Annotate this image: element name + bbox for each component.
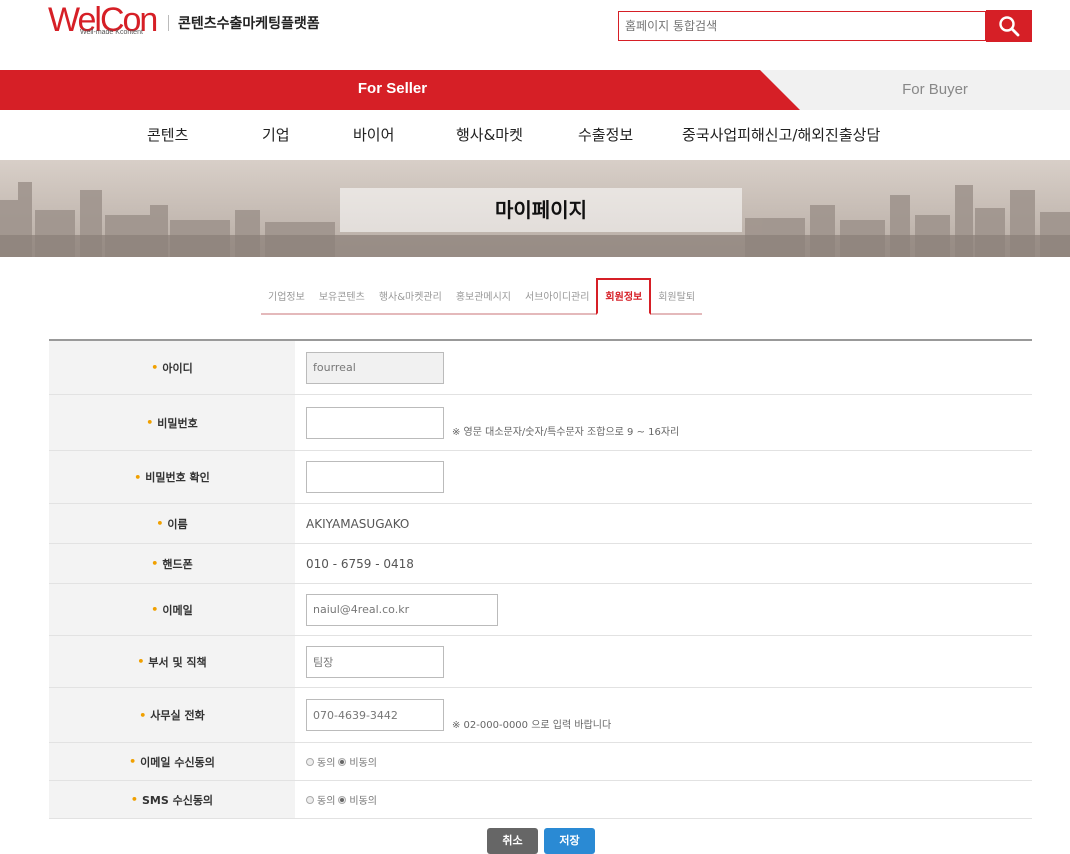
email-consent-disagree-radio[interactable]: 비동의	[338, 754, 377, 769]
member-info-form: •아이디 •비밀번호 ※ 영문 대소문자/숫자/특수문자 조합으로 9 ~ 16…	[49, 339, 1032, 819]
search-button[interactable]	[986, 10, 1032, 42]
for-buyer-tab[interactable]: For Buyer	[820, 70, 1050, 110]
radio-checked-icon	[338, 757, 347, 766]
tab-sub-id-management[interactable]: 서브아이디관리	[518, 280, 597, 315]
disagree-label: 비동의	[349, 758, 378, 769]
required-dot-icon: •	[130, 793, 138, 806]
for-seller-label: For Seller	[357, 80, 428, 97]
sms-consent-disagree-radio[interactable]: 비동의	[338, 792, 377, 807]
tab-event-management[interactable]: 행사&마켓관리	[371, 280, 449, 315]
save-button[interactable]: 저장	[544, 828, 595, 854]
radio-circle-icon	[306, 757, 314, 766]
department-field[interactable]	[306, 645, 444, 678]
mypage-subtabs: 기업정보 보유콘텐츠 행사&마켓관리 홍보관메시지 서브아이디관리 회원정보 회…	[261, 278, 703, 316]
nav-item-events-market[interactable]: 행사&마켓	[456, 124, 523, 145]
password-hint: ※ 영문 대소문자/숫자/특수문자 조합으로 9 ~ 16자리	[452, 427, 680, 438]
main-navigation: 콘텐츠 기업 바이어 행사&마켓 수출정보 중국사업피해신고/해외진출상담	[0, 110, 1070, 160]
disagree-label: 비동의	[349, 796, 378, 807]
office-phone-field[interactable]	[306, 699, 444, 731]
office-phone-hint: ※ 02-000-0000 으로 입력 바랍니다	[452, 719, 612, 731]
email-consent-label-cell: • 이메일 수신동의	[49, 743, 295, 780]
name-label-cell: • 이름	[49, 504, 295, 543]
tab-member-info[interactable]: 회원정보	[596, 278, 652, 315]
nav-item-export-info[interactable]: 수출정보	[578, 124, 633, 145]
form-row-department: • 부서 및 직책	[49, 636, 1032, 688]
agree-label: 동의	[317, 758, 336, 769]
nav-item-china-report[interactable]: 중국사업피해신고/해외진출상담	[682, 124, 880, 145]
mobile-value: 010 - 6759 - 0418	[306, 556, 414, 571]
required-dot-icon: •	[129, 755, 137, 768]
tab-owned-contents[interactable]: 보유콘텐츠	[311, 280, 372, 315]
nav-item-company[interactable]: 기업	[262, 124, 290, 145]
for-seller-tab[interactable]: For Seller	[0, 70, 800, 110]
agree-label: 동의	[317, 796, 336, 807]
sms-consent-label: SMS 수신동의	[141, 793, 214, 807]
required-dot-icon: •	[137, 655, 145, 668]
form-row-name: • 이름 AKIYAMASUGAKO	[49, 504, 1032, 544]
form-row-email: • 이메일	[49, 584, 1032, 636]
office-phone-label-cell: • 사무실 전화	[49, 688, 295, 742]
required-dot-icon: •	[146, 416, 154, 429]
required-dot-icon: •	[156, 517, 164, 530]
id-label-cell: • 아이디	[49, 341, 295, 394]
radio-checked-icon	[338, 795, 347, 804]
tab-withdraw[interactable]: 회원탈퇴	[651, 280, 703, 315]
role-bar: For Seller For Buyer	[0, 70, 1070, 110]
mobile-label-cell: • 핸드폰	[49, 544, 295, 583]
email-consent-label: 이메일 수신동의	[140, 755, 215, 769]
mobile-label: 핸드폰	[162, 557, 193, 571]
form-row-office-phone: •사무실 전화 ※ 02-000-0000 으로 입력 바랍니다	[49, 688, 1032, 743]
required-dot-icon: •	[151, 361, 159, 374]
required-dot-icon: •	[151, 557, 159, 570]
radio-circle-icon	[306, 795, 314, 804]
site-tagline: 콘텐츠수출마케팅플랫폼	[178, 16, 320, 32]
search-input[interactable]	[619, 12, 979, 40]
sms-consent-agree-radio[interactable]: 동의	[306, 792, 335, 807]
office-phone-label: 사무실 전화	[150, 709, 205, 722]
cancel-button[interactable]: 취소	[487, 828, 538, 854]
page-banner: 마이페이지	[0, 160, 1070, 257]
department-label-cell: • 부서 및 직책	[49, 636, 295, 687]
search-box	[618, 11, 986, 41]
required-dot-icon: •	[151, 603, 159, 616]
sms-consent-label-cell: • SMS 수신동의	[49, 781, 295, 818]
form-row-password-confirm: • 비밀번호 확인	[49, 451, 1032, 504]
password-label: 비밀번호	[157, 416, 198, 430]
password-field[interactable]	[306, 406, 444, 439]
name-value: AKIYAMASUGAKO	[306, 516, 410, 531]
email-consent-agree-radio[interactable]: 동의	[306, 754, 335, 769]
required-dot-icon: •	[139, 708, 147, 722]
logo-divider	[168, 15, 169, 31]
password-confirm-label-cell: • 비밀번호 확인	[49, 451, 295, 503]
form-row-mobile: • 핸드폰 010 - 6759 - 0418	[49, 544, 1032, 584]
email-label: 이메일	[162, 603, 193, 617]
nav-item-contents[interactable]: 콘텐츠	[147, 124, 188, 145]
password-confirm-label: 비밀번호 확인	[145, 471, 210, 484]
id-label: 아이디	[162, 361, 193, 375]
form-row-password: • 비밀번호 ※ 영문 대소문자/숫자/특수문자 조합으로 9 ~ 16자리	[49, 395, 1032, 451]
form-row-email-consent: • 이메일 수신동의 동의 비동의	[49, 743, 1032, 781]
password-label-cell: • 비밀번호	[49, 395, 295, 450]
department-label: 부서 및 직책	[148, 655, 207, 669]
form-row-sms-consent: • SMS 수신동의 동의 비동의	[49, 781, 1032, 819]
required-dot-icon: •	[134, 470, 142, 484]
tab-promo-messages[interactable]: 홍보관메시지	[448, 280, 519, 315]
email-field[interactable]	[306, 593, 498, 626]
page-title: 마이페이지	[340, 188, 742, 232]
form-row-id: • 아이디	[49, 339, 1032, 395]
logo-subtitle: Well-made Kcontent	[80, 29, 143, 36]
id-field	[306, 351, 444, 384]
nav-item-buyer[interactable]: 바이어	[353, 124, 394, 145]
password-confirm-field[interactable]	[306, 461, 444, 493]
email-label-cell: • 이메일	[49, 584, 295, 635]
name-label: 이름	[167, 517, 188, 531]
tab-company-info[interactable]: 기업정보	[261, 280, 312, 315]
search-icon	[999, 16, 1020, 37]
